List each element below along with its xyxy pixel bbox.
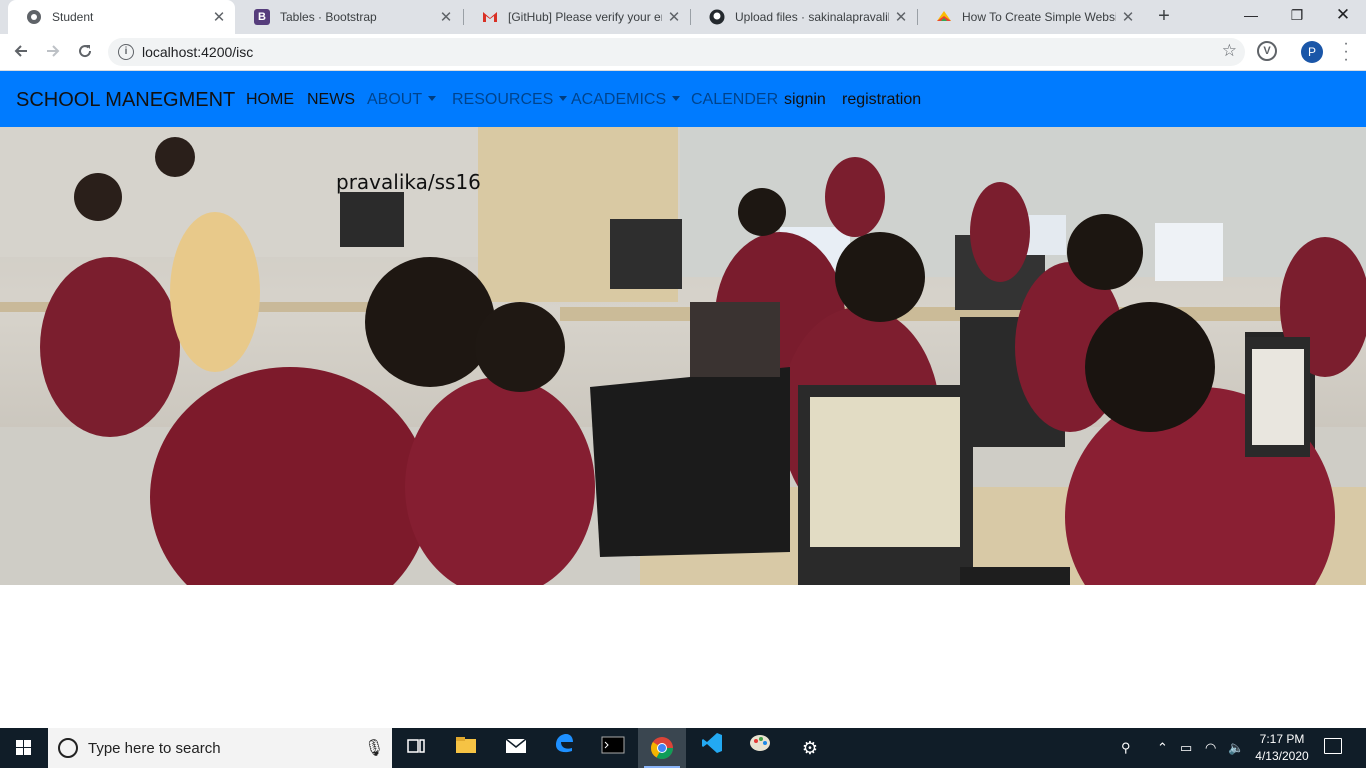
chevron-down-icon <box>559 96 568 101</box>
arrow-right-icon <box>47 45 60 57</box>
close-window-button[interactable]: ✕ <box>1320 0 1366 32</box>
vscode-icon[interactable] <box>688 728 736 768</box>
windows-taskbar: Type here to search 🎙 ⚙ ⚲ ⌃ ▭ ◠ 🔈 7:17 P… <box>0 728 1366 768</box>
clock-time: 7:17 PM <box>1259 732 1305 746</box>
edge-icon[interactable] <box>540 728 588 768</box>
nav-news[interactable]: NEWS <box>307 91 355 109</box>
file-explorer-icon[interactable] <box>442 728 490 768</box>
cortana-icon <box>58 738 78 758</box>
github-icon <box>709 9 725 25</box>
close-tab-icon[interactable]: ✕ <box>434 8 458 26</box>
nav-registration[interactable]: registration <box>842 91 921 109</box>
reload-button[interactable] <box>72 40 98 66</box>
terminal-icon[interactable] <box>589 728 637 768</box>
volume-icon[interactable]: 🔈 <box>1228 740 1244 756</box>
gmail-icon <box>482 9 498 25</box>
chrome-icon[interactable] <box>638 728 686 768</box>
classroom-photo <box>0 127 1366 585</box>
forward-button[interactable] <box>40 40 66 66</box>
settings-gear-icon[interactable]: ⚙ <box>786 728 834 768</box>
microphone-icon[interactable]: 🎙 <box>364 738 384 758</box>
nav-calender[interactable]: CALENDER <box>691 91 778 109</box>
reload-icon <box>79 45 92 58</box>
restore-button[interactable]: ❐ <box>1274 0 1320 32</box>
tab-title: Upload files · sakinalapravalika <box>735 10 889 24</box>
nav-signin[interactable]: signin <box>784 91 826 109</box>
tab-title: How To Create Simple Website <box>962 10 1116 24</box>
extension-v-icon[interactable]: V <box>1257 41 1277 61</box>
tab-how-to-create[interactable]: How To Create Simple Website ✕ <box>918 0 1144 34</box>
system-clock[interactable]: 7:17 PM 4/13/2020 <box>1250 731 1314 765</box>
taskbar-search-box[interactable]: Type here to search 🎙 <box>48 728 392 768</box>
nav-resources[interactable]: RESOURCES <box>452 91 568 109</box>
tab-github-verify[interactable]: [GitHub] Please verify your em ✕ <box>464 0 690 34</box>
nav-about-label: ABOUT <box>367 91 423 108</box>
battery-icon[interactable]: ▭ <box>1180 740 1192 756</box>
people-icon[interactable]: ⚲ <box>1121 740 1131 756</box>
nav-academics[interactable]: ACADEMICS <box>571 91 681 109</box>
hero-classroom-image: pravalika/ss16 <box>0 127 1366 585</box>
wifi-icon[interactable]: ◠ <box>1205 740 1216 756</box>
tab-title: Tables · Bootstrap <box>280 10 377 24</box>
start-button[interactable] <box>0 728 48 768</box>
search-placeholder: Type here to search <box>88 740 221 757</box>
nav-academics-label: ACADEMICS <box>571 91 667 108</box>
tab-upload-files[interactable]: Upload files · sakinalapravalika ✕ <box>691 0 917 34</box>
chevron-down-icon <box>428 96 437 101</box>
mail-icon[interactable] <box>492 728 540 768</box>
close-tab-icon[interactable]: ✕ <box>207 8 231 26</box>
tab-student[interactable]: Student ✕ <box>8 0 235 34</box>
tab-tables-bootstrap[interactable]: B Tables · Bootstrap ✕ <box>236 0 462 34</box>
close-tab-icon[interactable]: ✕ <box>889 8 913 26</box>
chevron-up-icon[interactable]: ⌃ <box>1157 740 1168 756</box>
nav-home[interactable]: HOME <box>246 91 294 109</box>
new-tab-button[interactable]: + <box>1152 5 1176 29</box>
brand-title[interactable]: SCHOOL MANEGMENT <box>16 89 235 112</box>
tab-title: [GitHub] Please verify your em <box>508 10 662 24</box>
minimize-button[interactable]: — <box>1228 0 1274 32</box>
globe-icon <box>26 9 42 25</box>
chevron-down-icon <box>672 96 681 101</box>
info-icon[interactable]: i <box>118 44 134 60</box>
browser-menu-icon[interactable]: · · · <box>1338 36 1354 68</box>
back-button[interactable] <box>8 40 34 66</box>
arrow-left-icon <box>14 45 27 57</box>
close-tab-icon[interactable]: ✕ <box>662 8 686 26</box>
nav-about[interactable]: ABOUT <box>367 91 437 109</box>
colorful-icon <box>936 9 952 25</box>
browser-tab-strip: Student ✕ B Tables · Bootstrap ✕ [GitHub… <box>0 0 1366 34</box>
address-bar[interactable]: i localhost:4200/isc ☆ <box>108 38 1245 66</box>
close-tab-icon[interactable]: ✕ <box>1116 8 1140 26</box>
nav-resources-label: RESOURCES <box>452 91 554 108</box>
url-text[interactable]: localhost:4200/isc <box>142 44 253 60</box>
clock-date: 4/13/2020 <box>1255 749 1309 763</box>
notifications-icon[interactable] <box>1324 738 1342 754</box>
windows-logo-icon <box>16 740 31 755</box>
browser-toolbar: i localhost:4200/isc ☆ <box>0 34 1366 71</box>
bookmark-star-icon[interactable]: ☆ <box>1222 41 1237 61</box>
paint-icon[interactable] <box>736 728 784 768</box>
task-view-icon[interactable] <box>392 728 440 768</box>
tab-title: Student <box>52 10 94 24</box>
hero-overlay-text: pravalika/ss16 <box>336 170 481 194</box>
bootstrap-icon: B <box>254 9 270 25</box>
profile-avatar[interactable]: P <box>1301 41 1323 63</box>
site-navbar: SCHOOL MANEGMENT HOME NEWS ABOUT RESOURC… <box>0 71 1366 127</box>
